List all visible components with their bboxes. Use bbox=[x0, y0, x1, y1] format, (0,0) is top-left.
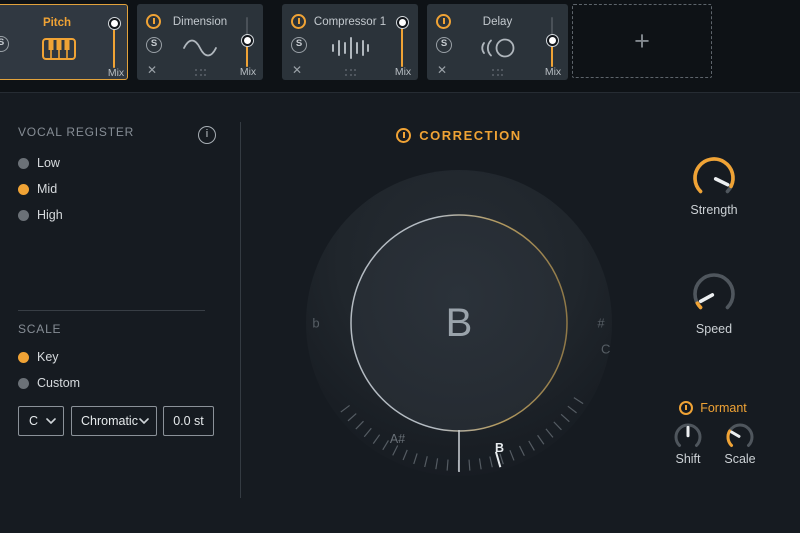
solo-button[interactable]: S bbox=[146, 37, 162, 53]
drag-handle-icon[interactable] bbox=[343, 68, 358, 77]
info-icon[interactable]: i bbox=[198, 126, 216, 144]
scale-type-value: Chromatic bbox=[72, 414, 138, 428]
correction-dial[interactable]: B b#CA#B bbox=[289, 153, 629, 493]
formant-header: Formant bbox=[653, 401, 773, 415]
scale-title: SCALE bbox=[18, 322, 61, 336]
offset-value: 0.0 st bbox=[173, 414, 204, 428]
mix-label: Mix bbox=[388, 66, 418, 78]
radio-label: Custom bbox=[37, 376, 80, 390]
formant-scale-label: Scale bbox=[700, 452, 780, 466]
add-module-button[interactable]: + bbox=[572, 4, 712, 78]
dial-label-C: C bbox=[601, 341, 610, 356]
slider-handle[interactable] bbox=[108, 17, 121, 30]
key-select[interactable]: C bbox=[18, 406, 64, 436]
chevron-down-icon bbox=[139, 418, 156, 424]
mix-slider[interactable] bbox=[107, 18, 121, 68]
divider bbox=[240, 122, 241, 498]
close-icon[interactable]: ✕ bbox=[147, 63, 157, 77]
correction-title: CORRECTION bbox=[419, 128, 521, 143]
dial-label-#: # bbox=[597, 316, 604, 331]
close-icon[interactable]: ✕ bbox=[292, 63, 302, 77]
radio-label: Key bbox=[37, 350, 59, 364]
delay-icon bbox=[477, 37, 517, 59]
radio-high[interactable]: High bbox=[18, 207, 63, 223]
strength-label: Strength bbox=[674, 203, 754, 217]
radio-key[interactable]: Key bbox=[18, 349, 59, 365]
divider bbox=[0, 92, 800, 93]
radio-dot[interactable] bbox=[18, 158, 29, 169]
close-icon[interactable]: ✕ bbox=[437, 63, 447, 77]
solo-button[interactable]: S bbox=[0, 36, 9, 52]
mix-slider[interactable] bbox=[545, 17, 559, 67]
dial-label-B: B bbox=[495, 441, 504, 455]
dial-label-b: b bbox=[312, 316, 319, 331]
offset-value-box[interactable]: 0.0 st bbox=[163, 406, 214, 436]
dial-label-A#: A# bbox=[390, 432, 405, 446]
mix-label: Mix bbox=[101, 67, 131, 79]
mix-label: Mix bbox=[233, 66, 263, 78]
radio-dot[interactable] bbox=[18, 210, 29, 221]
compressor-icon bbox=[330, 36, 370, 60]
slider-handle[interactable] bbox=[546, 34, 559, 47]
radio-dot[interactable] bbox=[18, 352, 29, 363]
radio-label: High bbox=[37, 208, 63, 222]
radio-custom[interactable]: Custom bbox=[18, 375, 80, 391]
radio-dot[interactable] bbox=[18, 184, 29, 195]
formant-title: Formant bbox=[700, 401, 747, 415]
radio-label: Mid bbox=[37, 182, 57, 196]
module-title: Pitch bbox=[25, 17, 89, 29]
solo-button[interactable]: S bbox=[436, 37, 452, 53]
radio-dot[interactable] bbox=[18, 378, 29, 389]
wave-icon bbox=[182, 38, 218, 58]
solo-button[interactable]: S bbox=[291, 37, 307, 53]
vocal-register-title: VOCAL REGISTER bbox=[18, 125, 134, 139]
plugin-window: S Pitch Mix Dimension S ✕ Mix Compressor… bbox=[0, 0, 800, 533]
key-select-value: C bbox=[19, 414, 38, 428]
radio-low[interactable]: Low bbox=[18, 155, 60, 171]
strength-knob[interactable] bbox=[691, 155, 737, 206]
slider-handle[interactable] bbox=[241, 34, 254, 47]
speed-knob[interactable] bbox=[691, 271, 737, 322]
module-chip-compressor[interactable]: Compressor 1 S ✕ Mix bbox=[282, 4, 418, 80]
drag-handle-icon[interactable] bbox=[193, 68, 208, 77]
mix-slider[interactable] bbox=[240, 17, 254, 67]
module-chip-delay[interactable]: Delay S ✕ Mix bbox=[427, 4, 568, 80]
module-chip-dimension[interactable]: Dimension S ✕ Mix bbox=[137, 4, 263, 80]
power-icon[interactable] bbox=[679, 401, 693, 415]
correction-header: CORRECTION bbox=[289, 128, 629, 143]
scale-type-select[interactable]: Chromatic bbox=[71, 406, 157, 436]
mix-slider[interactable] bbox=[395, 17, 409, 67]
radio-label: Low bbox=[37, 156, 60, 170]
module-chip-pitch[interactable]: S Pitch Mix bbox=[0, 4, 128, 80]
plus-icon: + bbox=[634, 28, 650, 55]
mix-label: Mix bbox=[538, 66, 568, 78]
chevron-down-icon bbox=[46, 418, 63, 424]
speed-label: Speed bbox=[674, 322, 754, 336]
detected-note: B bbox=[289, 153, 629, 493]
power-icon[interactable] bbox=[396, 128, 411, 143]
drag-handle-icon[interactable] bbox=[490, 68, 505, 77]
piano-icon bbox=[42, 38, 76, 60]
divider bbox=[18, 310, 205, 311]
slider-handle[interactable] bbox=[396, 16, 409, 29]
radio-mid[interactable]: Mid bbox=[18, 181, 57, 197]
